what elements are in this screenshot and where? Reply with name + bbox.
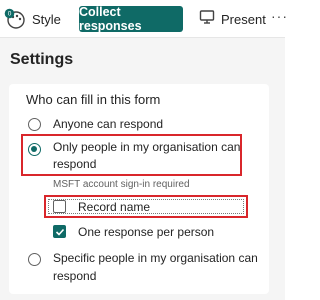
monitor-icon xyxy=(199,9,215,30)
specific-label-line1: Specific people in my organisation can xyxy=(53,251,258,265)
checkbox-one-response[interactable] xyxy=(53,225,66,238)
anyone-label: Anyone can respond xyxy=(53,117,164,131)
settings-title: Settings xyxy=(10,51,74,68)
section-title: Who can fill in this form xyxy=(26,92,161,107)
radio-anyone[interactable] xyxy=(28,118,41,131)
palette-icon: 0 xyxy=(4,8,26,30)
present-label: Present xyxy=(221,11,266,27)
org-label-line1: Only people in my organisation can xyxy=(53,140,241,154)
more-options-button[interactable]: ··· xyxy=(271,8,288,24)
org-sub-label: MSFT account sign-in required xyxy=(53,179,190,190)
checkbox-record-name[interactable] xyxy=(53,200,66,213)
radio-org-only[interactable] xyxy=(28,143,41,156)
record-name-label: Record name xyxy=(78,200,151,214)
org-label-line2: respond xyxy=(53,157,97,171)
present-button[interactable]: Present xyxy=(199,6,266,32)
specific-label-line2: respond xyxy=(53,269,97,283)
checkmark-icon xyxy=(55,228,65,236)
radio-specific-people[interactable] xyxy=(28,253,41,266)
one-response-label: One response per person xyxy=(78,225,215,239)
collect-responses-button[interactable]: Collect responses xyxy=(79,5,183,33)
style-button[interactable]: 0 Style xyxy=(4,6,61,32)
style-badge: 0 xyxy=(8,11,12,18)
toolbar: 0 Style Collect responses Present ··· xyxy=(0,0,288,38)
style-label: Style xyxy=(32,11,61,27)
